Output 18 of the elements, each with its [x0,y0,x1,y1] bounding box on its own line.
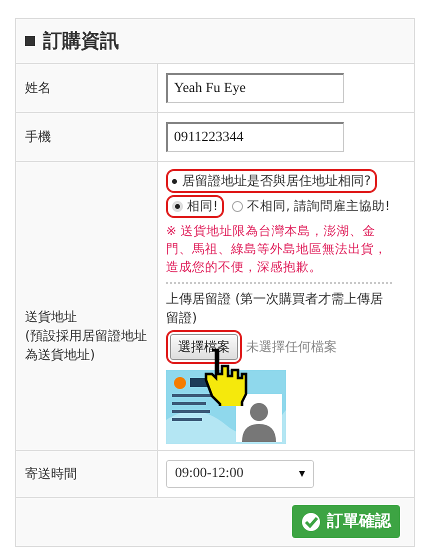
upload-label: 上傳居留證 (第一次購買者才需上傳居留證) [166,291,384,328]
check-icon [301,512,321,532]
section-title: 訂購資訊 [25,28,119,54]
field-label: 姓名 [25,80,51,98]
field-label: 寄送時間 [25,466,77,484]
input-field[interactable]: 0911223344 [166,122,344,152]
radio-option[interactable]: 相同! [166,195,224,218]
field-label: 送貨地址 [25,308,77,326]
input-field[interactable]: Yeah Fu Eye [166,73,344,103]
shipping-warning: ※ 送貨地址限為台灣本島，澎湖、金門、馬祖、綠島等外島地區無法出貨，造成您的不便，深感抱歉。 [166,222,388,276]
radio-option[interactable]: 不相同, 請詢問雇主協助! [226,195,396,218]
square-icon [25,36,35,46]
file-status: 未選擇任何檔案 [246,339,337,356]
field-note: (預設採用居留證地址為送貨地址) [25,328,148,364]
field-label: 手機 [25,128,51,146]
time-select[interactable]: 09:00-12:00 [166,460,314,488]
address-question: 居留證地址是否與居住地址相同? [166,169,377,193]
caret-icon [299,471,305,477]
